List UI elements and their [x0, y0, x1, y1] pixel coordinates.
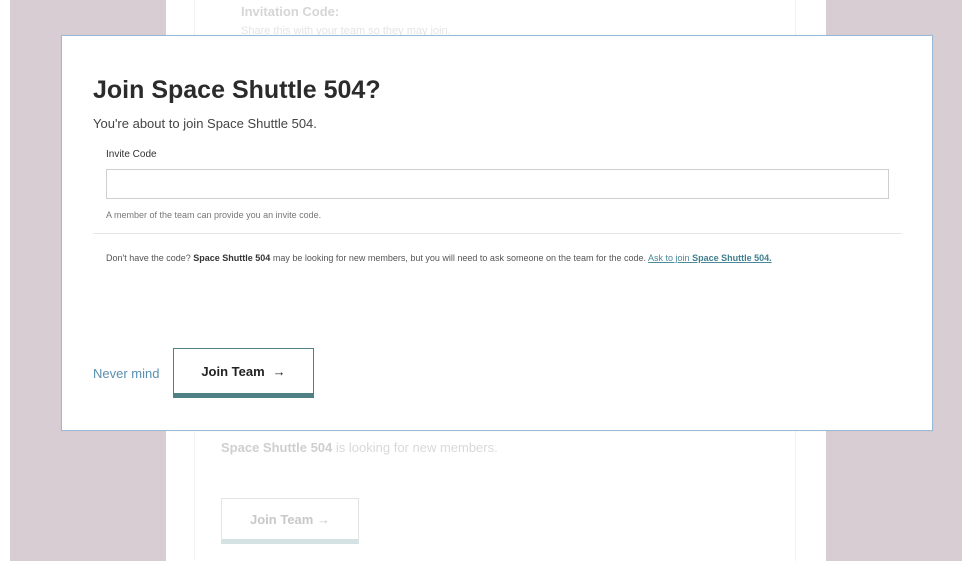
background-looking-label: is looking for new members. — [332, 440, 498, 455]
background-join-team-button: Join Team → — [221, 498, 359, 544]
arrow-right-icon: → — [272, 363, 286, 379]
modal-subtitle: You're about to join Space Shuttle 504. — [93, 116, 317, 131]
ask-to-join-link[interactable]: Ask to join Space Shuttle 504. — [648, 253, 772, 263]
ask-to-join-prefix: Ask to join — [648, 253, 693, 263]
join-team-button[interactable]: Join Team → — [173, 348, 314, 398]
info-team-name: Space Shuttle 504 — [193, 253, 271, 263]
no-code-info: Don't have the code? Space Shuttle 504 m… — [106, 247, 806, 269]
background-team-name: Space Shuttle 504 — [221, 440, 333, 455]
info-middle: may be looking for new members, but you … — [270, 253, 649, 263]
invite-code-input[interactable] — [106, 169, 889, 199]
join-team-label: Join Team — [201, 363, 265, 379]
background-looking-text: Space Shuttle 504 is looking for new mem… — [221, 440, 498, 455]
arrow-right-icon: → — [316, 511, 330, 527]
modal-title: Join Space Shuttle 504? — [93, 76, 381, 104]
divider — [93, 233, 902, 234]
join-team-modal: Join Space Shuttle 504? You're about to … — [61, 35, 933, 431]
info-prefix: Don't have the code? — [106, 253, 194, 263]
invite-code-label: Invite Code — [106, 149, 157, 160]
background-invite-title: Invitation Code: — [241, 4, 340, 19]
never-mind-button[interactable]: Never mind — [93, 366, 159, 381]
background-join-label: Join Team — [250, 511, 314, 527]
ask-to-join-team: Space Shuttle 504. — [692, 253, 772, 263]
invite-code-help: A member of the team can provide you an … — [106, 210, 322, 220]
